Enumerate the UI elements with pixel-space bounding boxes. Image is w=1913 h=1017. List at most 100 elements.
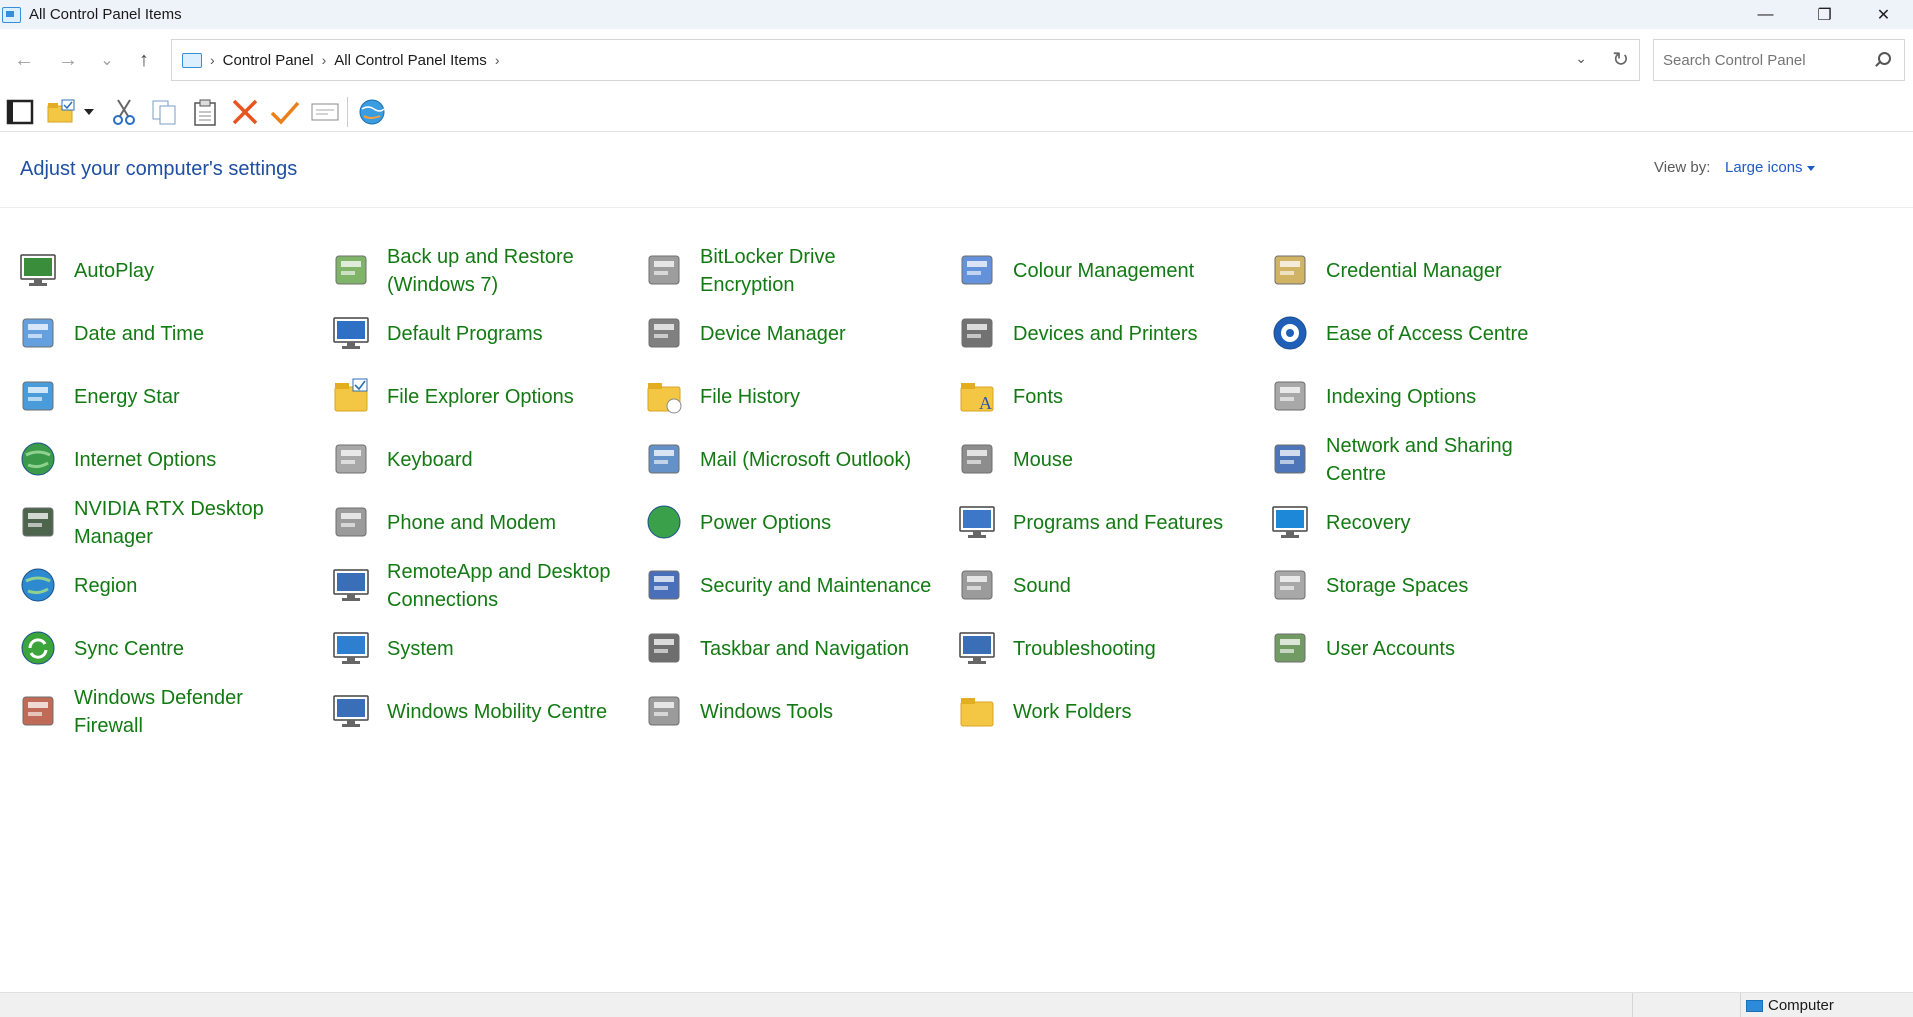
- up-button[interactable]: ↑: [127, 43, 161, 77]
- control-panel-item[interactable]: Devices and Printers: [957, 302, 1270, 365]
- address-bar[interactable]: › Control Panel › All Control Panel Item…: [171, 39, 1640, 81]
- control-panel-item-label[interactable]: File Explorer Options: [387, 383, 574, 411]
- control-panel-item[interactable]: Windows Defender Firewall: [18, 680, 331, 743]
- dropdown-arrow-icon[interactable]: [82, 96, 96, 128]
- control-panel-item[interactable]: File History: [644, 365, 957, 428]
- control-panel-item-label[interactable]: Credential Manager: [1326, 257, 1502, 285]
- control-panel-item-label[interactable]: Programs and Features: [1013, 509, 1223, 537]
- control-panel-item-label[interactable]: Date and Time: [74, 320, 204, 348]
- control-panel-item-label[interactable]: System: [387, 635, 454, 663]
- control-panel-item-label[interactable]: RemoteApp and Desktop Connections: [387, 558, 622, 614]
- control-panel-item[interactable]: Network and Sharing Centre: [1270, 428, 1583, 491]
- control-panel-item-label[interactable]: Device Manager: [700, 320, 846, 348]
- control-panel-item-label[interactable]: Energy Star: [74, 383, 180, 411]
- control-panel-item[interactable]: Sync Centre: [18, 617, 331, 680]
- control-panel-item[interactable]: A Fonts: [957, 365, 1270, 428]
- control-panel-item[interactable]: Power Options: [644, 491, 957, 554]
- control-panel-item-label[interactable]: File History: [700, 383, 800, 411]
- control-panel-item-label[interactable]: Phone and Modem: [387, 509, 556, 537]
- control-panel-item[interactable]: Keyboard: [331, 428, 644, 491]
- new-folder-icon[interactable]: [46, 96, 78, 128]
- control-panel-item[interactable]: Date and Time: [18, 302, 331, 365]
- globe-icon[interactable]: [356, 96, 388, 128]
- control-panel-item-label[interactable]: Ease of Access Centre: [1326, 320, 1528, 348]
- control-panel-item[interactable]: Windows Mobility Centre: [331, 680, 644, 743]
- control-panel-item-label[interactable]: Back up and Restore (Windows 7): [387, 243, 622, 299]
- control-panel-item-label[interactable]: BitLocker Drive Encryption: [700, 243, 935, 299]
- control-panel-item[interactable]: Programs and Features: [957, 491, 1270, 554]
- control-panel-item[interactable]: Default Programs: [331, 302, 644, 365]
- control-panel-item-label[interactable]: Region: [74, 572, 137, 600]
- control-panel-item-label[interactable]: Sound: [1013, 572, 1071, 600]
- control-panel-item-label[interactable]: Network and Sharing Centre: [1326, 432, 1561, 488]
- control-panel-item[interactable]: File Explorer Options: [331, 365, 644, 428]
- control-panel-item-label[interactable]: Devices and Printers: [1013, 320, 1198, 348]
- control-panel-item-label[interactable]: Recovery: [1326, 509, 1410, 537]
- control-panel-item[interactable]: Ease of Access Centre: [1270, 302, 1583, 365]
- control-panel-item-label[interactable]: Indexing Options: [1326, 383, 1476, 411]
- control-panel-item[interactable]: Internet Options: [18, 428, 331, 491]
- breadcrumb-separator[interactable]: ›: [322, 52, 327, 68]
- control-panel-item[interactable]: Windows Tools: [644, 680, 957, 743]
- control-panel-item[interactable]: Region: [18, 554, 331, 617]
- cut-icon[interactable]: [108, 96, 140, 128]
- refresh-icon[interactable]: ↻: [1612, 47, 1629, 72]
- minimize-button[interactable]: —: [1736, 0, 1795, 29]
- control-panel-item-label[interactable]: Sync Centre: [74, 635, 184, 663]
- control-panel-item-label[interactable]: Taskbar and Navigation: [700, 635, 909, 663]
- control-panel-item-label[interactable]: Storage Spaces: [1326, 572, 1468, 600]
- control-panel-item[interactable]: Troubleshooting: [957, 617, 1270, 680]
- control-panel-item[interactable]: Mouse: [957, 428, 1270, 491]
- control-panel-item[interactable]: System: [331, 617, 644, 680]
- recent-locations-button[interactable]: ⌄: [90, 43, 124, 77]
- paste-icon[interactable]: [189, 96, 221, 128]
- control-panel-item-label[interactable]: Windows Defender Firewall: [74, 684, 309, 740]
- control-panel-item[interactable]: Sound: [957, 554, 1270, 617]
- control-panel-item-label[interactable]: Mail (Microsoft Outlook): [700, 446, 911, 474]
- forward-button[interactable]: →: [51, 43, 85, 77]
- control-panel-item[interactable]: Back up and Restore (Windows 7): [331, 239, 644, 302]
- control-panel-item-label[interactable]: Colour Management: [1013, 257, 1194, 285]
- view-by-dropdown[interactable]: Large icons: [1725, 159, 1815, 176]
- restore-button[interactable]: ❐: [1795, 0, 1854, 29]
- control-panel-item-label[interactable]: Mouse: [1013, 446, 1073, 474]
- checkmark-icon[interactable]: [269, 96, 301, 128]
- control-panel-item[interactable]: Credential Manager: [1270, 239, 1583, 302]
- control-panel-item-label[interactable]: Default Programs: [387, 320, 543, 348]
- search-icon[interactable]: [1878, 52, 1891, 65]
- control-panel-item[interactable]: Colour Management: [957, 239, 1270, 302]
- delete-icon[interactable]: [229, 96, 261, 128]
- copy-icon[interactable]: [148, 96, 180, 128]
- layout-pane-icon[interactable]: [4, 96, 36, 128]
- control-panel-item[interactable]: Indexing Options: [1270, 365, 1583, 428]
- breadcrumb-separator[interactable]: ›: [495, 52, 500, 68]
- breadcrumb-all-items[interactable]: All Control Panel Items: [334, 52, 487, 69]
- search-box[interactable]: [1653, 39, 1905, 81]
- control-panel-item-label[interactable]: AutoPlay: [74, 257, 154, 285]
- control-panel-item-label[interactable]: Troubleshooting: [1013, 635, 1156, 663]
- close-button[interactable]: ✕: [1854, 0, 1913, 29]
- control-panel-item-label[interactable]: Security and Maintenance: [700, 572, 931, 600]
- control-panel-item[interactable]: Security and Maintenance: [644, 554, 957, 617]
- control-panel-item[interactable]: Mail (Microsoft Outlook): [644, 428, 957, 491]
- control-panel-item[interactable]: Work Folders: [957, 680, 1270, 743]
- breadcrumb-control-panel[interactable]: Control Panel: [223, 52, 314, 69]
- address-dropdown-icon[interactable]: ⌄: [1575, 50, 1587, 67]
- breadcrumb-separator[interactable]: ›: [210, 52, 215, 68]
- control-panel-item-label[interactable]: Power Options: [700, 509, 831, 537]
- control-panel-item[interactable]: Taskbar and Navigation: [644, 617, 957, 680]
- control-panel-item[interactable]: Device Manager: [644, 302, 957, 365]
- control-panel-item[interactable]: Storage Spaces: [1270, 554, 1583, 617]
- control-panel-item[interactable]: Energy Star: [18, 365, 331, 428]
- control-panel-item-label[interactable]: Work Folders: [1013, 698, 1132, 726]
- control-panel-item-label[interactable]: Internet Options: [74, 446, 216, 474]
- control-panel-item-label[interactable]: NVIDIA RTX Desktop Manager: [74, 495, 309, 551]
- control-panel-item-label[interactable]: Keyboard: [387, 446, 473, 474]
- control-panel-item-label[interactable]: Windows Mobility Centre: [387, 698, 607, 726]
- back-button[interactable]: ←: [7, 43, 41, 77]
- control-panel-item-label[interactable]: Fonts: [1013, 383, 1063, 411]
- control-panel-item[interactable]: Phone and Modem: [331, 491, 644, 554]
- control-panel-item-label[interactable]: Windows Tools: [700, 698, 833, 726]
- control-panel-item[interactable]: AutoPlay: [18, 239, 331, 302]
- rename-icon[interactable]: [309, 96, 341, 128]
